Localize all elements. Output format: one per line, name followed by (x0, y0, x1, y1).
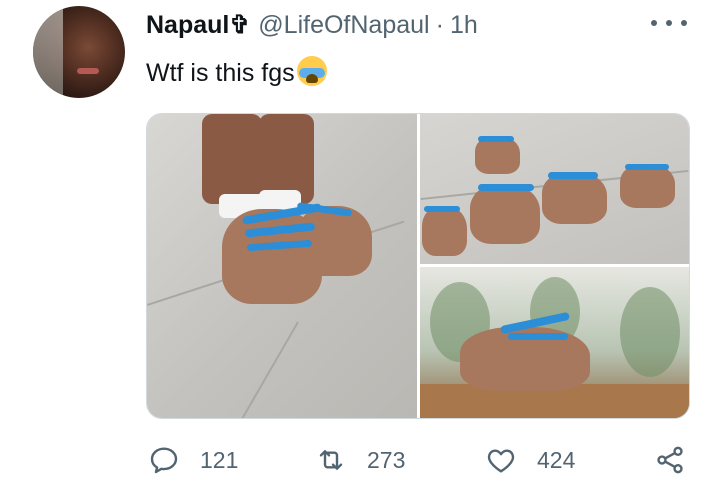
media-image-feet-shoe-closeup[interactable] (420, 267, 689, 418)
share-icon (657, 446, 683, 474)
retweet-count: 273 (367, 446, 406, 473)
reply-count: 121 (200, 446, 239, 473)
like-count: 424 (537, 446, 576, 473)
avatar-face (77, 68, 99, 74)
author-name[interactable]: Napaul✞ (146, 10, 250, 40)
tweet-header: Napaul✞ @LifeOfNapaul · 1h (146, 10, 478, 40)
more-icon[interactable] (651, 14, 687, 32)
avatar[interactable] (33, 6, 125, 98)
retweet-icon (319, 450, 343, 470)
separator-dot: · (435, 10, 444, 39)
reply-button[interactable]: 121 (148, 440, 238, 480)
media-image-feet-shoes-worn[interactable] (147, 114, 417, 418)
loudly-crying-face-emoji (296, 56, 327, 86)
author-handle[interactable]: @LifeOfNapaul (258, 11, 429, 40)
share-button[interactable] (654, 440, 686, 480)
tweet-text: Wtf is this fgs (146, 56, 327, 88)
media-grid (146, 113, 690, 419)
reply-icon (150, 447, 178, 474)
media-image-feet-shoes-group[interactable] (420, 114, 689, 264)
tweet-text-body: Wtf is this fgs (146, 59, 295, 87)
like-button[interactable]: 424 (485, 440, 575, 480)
action-bar: 121 273 424 (0, 440, 720, 480)
retweet-button[interactable]: 273 (315, 440, 405, 480)
like-icon (487, 449, 515, 473)
avatar-background (33, 6, 63, 98)
tweet-time[interactable]: 1h (450, 11, 478, 40)
